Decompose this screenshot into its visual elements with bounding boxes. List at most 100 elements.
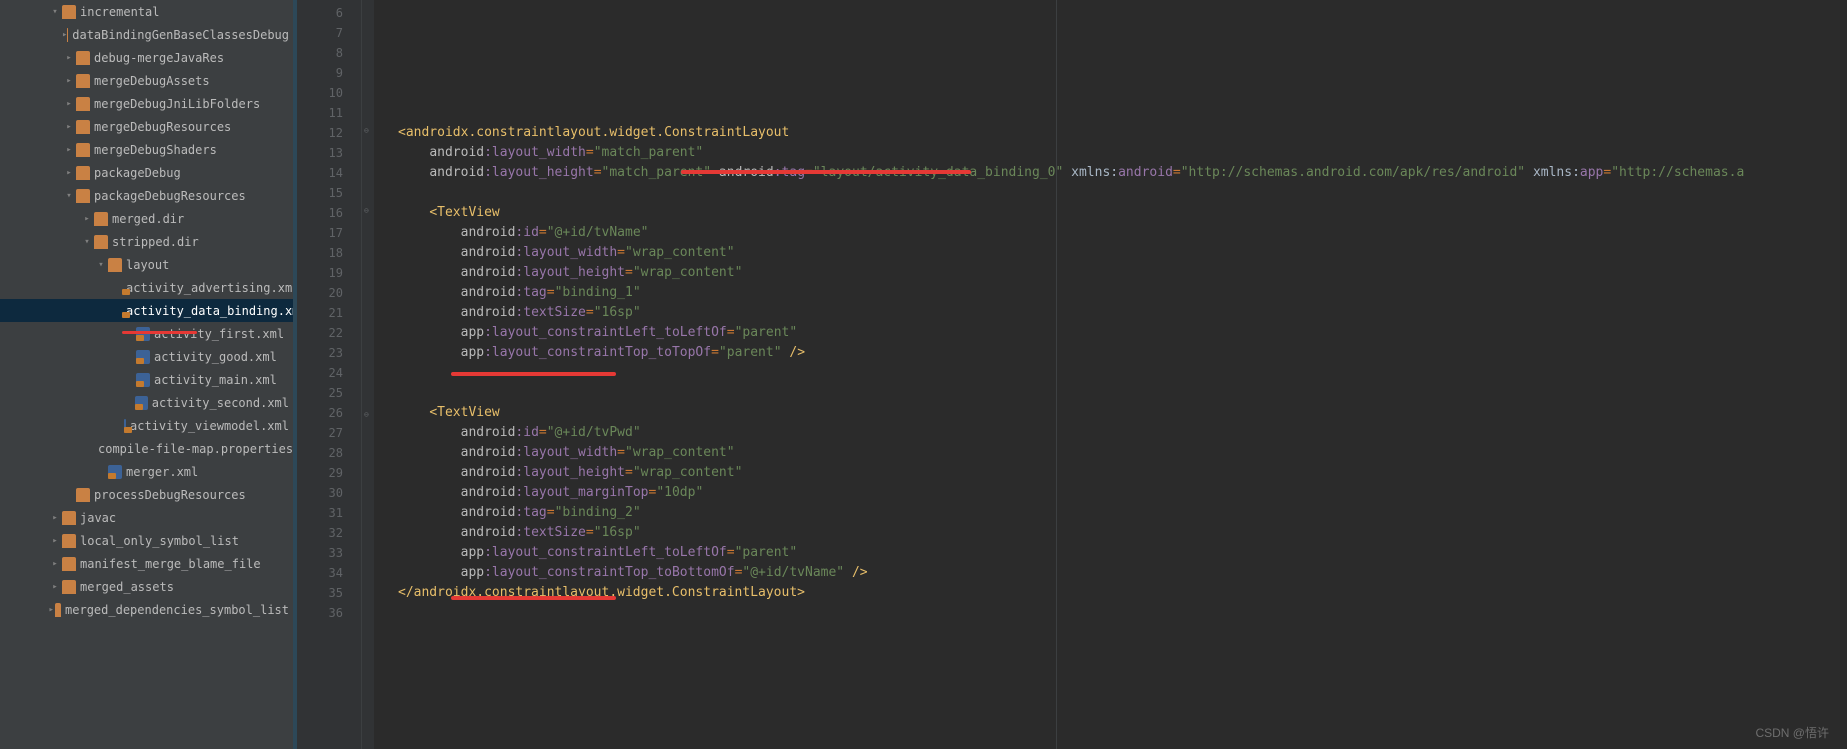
- project-tree-sidebar[interactable]: ▾incremental▸dataBindingGenBaseClassesDe…: [0, 0, 297, 749]
- tree-item-merger-xml[interactable]: merger.xml: [0, 460, 293, 483]
- tree-item-processdebugresources[interactable]: processDebugResources: [0, 483, 293, 506]
- code-line: [398, 103, 1847, 123]
- line-number: 26: [297, 403, 361, 423]
- code-line: android:id="@+id/tvName": [398, 223, 1847, 243]
- line-number: 12: [297, 123, 361, 143]
- fold-icon[interactable]: ⊖: [364, 126, 372, 134]
- tree-item-stripped-dir[interactable]: ▾ stripped.dir: [0, 230, 293, 253]
- tree-item-label: mergeDebugAssets: [94, 74, 210, 88]
- line-number: 31: [297, 503, 361, 523]
- tree-item-activity-good-xml[interactable]: activity_good.xml: [0, 345, 293, 368]
- code-line: </androidx.constraintlayout.widget.Const…: [398, 583, 1847, 603]
- chevron-right-icon[interactable]: ▸: [62, 99, 76, 109]
- folder-icon: [76, 143, 90, 157]
- tree-item-merged-dependencies-symbol-list[interactable]: ▸ merged_dependencies_symbol_list: [0, 598, 293, 621]
- chevron-down-icon[interactable]: ▾: [94, 260, 108, 270]
- tree-item-activity-advertising-xml[interactable]: activity_advertising.xml: [0, 276, 293, 299]
- annotation-underline-icon: [451, 596, 616, 600]
- code-line: android:tag="binding_1": [398, 283, 1847, 303]
- chevron-down-icon[interactable]: ▾: [62, 191, 76, 201]
- tree-item-label: activity_advertising.xml: [126, 281, 297, 295]
- line-number: 9: [297, 63, 361, 83]
- folder-icon: [62, 534, 76, 548]
- chevron-right-icon[interactable]: ▸: [48, 582, 62, 592]
- fold-icon[interactable]: ⊖: [364, 410, 372, 418]
- annotation-underline-icon: [681, 170, 971, 174]
- line-number: 22: [297, 323, 361, 343]
- line-number: 33: [297, 543, 361, 563]
- tree-item-label: mergeDebugResources: [94, 120, 231, 134]
- tree-item-mergedebugshaders[interactable]: ▸ mergeDebugShaders: [0, 138, 293, 161]
- tree-item-merged-dir[interactable]: ▸ merged.dir: [0, 207, 293, 230]
- chevron-right-icon[interactable]: ▸: [62, 168, 76, 178]
- chevron-down-icon[interactable]: ▾: [48, 7, 62, 17]
- folder-icon: [76, 166, 90, 180]
- folder-icon: [67, 28, 68, 42]
- tree-item-label: stripped.dir: [112, 235, 199, 249]
- chevron-down-icon[interactable]: ▾: [80, 237, 94, 247]
- tree-item-layout[interactable]: ▾layout: [0, 253, 293, 276]
- chevron-right-icon[interactable]: ▸: [62, 145, 76, 155]
- tree-item-javac[interactable]: ▸ javac: [0, 506, 293, 529]
- code-line: android:layout_height="wrap_content": [398, 263, 1847, 283]
- line-number: 20: [297, 283, 361, 303]
- tree-item-activity-second-xml[interactable]: activity_second.xml: [0, 391, 293, 414]
- code-editor[interactable]: 6789101112131415161718192021222324252627…: [297, 0, 1847, 749]
- fold-column[interactable]: ⊖ ⊖ ⊖: [362, 0, 374, 749]
- tree-item-label: javac: [80, 511, 116, 525]
- folder-icon: [76, 120, 90, 134]
- folder-icon: [62, 511, 76, 525]
- code-line: android:layout_height="match_parent" and…: [398, 163, 1847, 183]
- chevron-right-icon[interactable]: ▸: [80, 214, 94, 224]
- code-line: [398, 603, 1847, 623]
- tree-item-local-only-symbol-list[interactable]: ▸local_only_symbol_list: [0, 529, 293, 552]
- tree-item-databindinggenbaseclassesdebug[interactable]: ▸dataBindingGenBaseClassesDebug: [0, 23, 293, 46]
- line-number: 24: [297, 363, 361, 383]
- tree-item-debug-mergejavares[interactable]: ▸ debug-mergeJavaRes: [0, 46, 293, 69]
- xml-file-icon: [135, 396, 148, 410]
- tree-item-label: activity_good.xml: [154, 350, 277, 364]
- code-line: android:textSize="16sp": [398, 523, 1847, 543]
- line-number: 25: [297, 383, 361, 403]
- tree-item-packagedebugresources[interactable]: ▾packageDebugResources: [0, 184, 293, 207]
- tree-item-mergedebugjnilibfolders[interactable]: ▸mergeDebugJniLibFolders: [0, 92, 293, 115]
- chevron-right-icon[interactable]: ▸: [48, 605, 55, 615]
- tree-item-activity-data-binding-xml[interactable]: activity_data_binding.xml: [0, 299, 293, 322]
- tree-item-packagedebug[interactable]: ▸packageDebug: [0, 161, 293, 184]
- tree-item-manifest-merge-blame-file[interactable]: ▸manifest_merge_blame_file: [0, 552, 293, 575]
- tree-item-label: merged.dir: [112, 212, 184, 226]
- tree-item-label: debug-mergeJavaRes: [94, 51, 224, 65]
- xml-file-icon: [108, 465, 122, 479]
- tree-item-mergedebugassets[interactable]: ▸ mergeDebugAssets: [0, 69, 293, 92]
- chevron-right-icon[interactable]: ▸: [48, 536, 62, 546]
- tree-item-label: merger.xml: [126, 465, 198, 479]
- line-number-gutter: 6789101112131415161718192021222324252627…: [297, 0, 362, 749]
- tree-item-label: mergeDebugShaders: [94, 143, 217, 157]
- tree-item-activity-main-xml[interactable]: activity_main.xml: [0, 368, 293, 391]
- folder-icon: [76, 189, 90, 203]
- folder-icon: [94, 212, 108, 226]
- line-number: 13: [297, 143, 361, 163]
- code-line: android:layout_width="wrap_content": [398, 443, 1847, 463]
- chevron-right-icon[interactable]: ▸: [48, 513, 62, 523]
- chevron-right-icon[interactable]: ▸: [62, 53, 76, 63]
- code-content[interactable]: <androidx.constraintlayout.widget.Constr…: [374, 0, 1847, 749]
- line-number: 36: [297, 603, 361, 623]
- tree-item-label: merged_dependencies_symbol_list: [65, 603, 289, 617]
- fold-icon[interactable]: ⊖: [364, 206, 372, 214]
- code-line: android:layout_height="wrap_content": [398, 463, 1847, 483]
- annotation-underline-icon: [122, 331, 197, 334]
- chevron-right-icon[interactable]: ▸: [48, 559, 62, 569]
- code-line: [398, 63, 1847, 83]
- tree-item-activity-viewmodel-xml[interactable]: activity_viewmodel.xml: [0, 414, 293, 437]
- code-line: <TextView: [398, 203, 1847, 223]
- line-number: 32: [297, 523, 361, 543]
- tree-item-compile-file-map-properties[interactable]: compile-file-map.properties: [0, 437, 293, 460]
- chevron-right-icon[interactable]: ▸: [62, 122, 76, 132]
- folder-icon: [62, 5, 76, 19]
- chevron-right-icon[interactable]: ▸: [62, 76, 76, 86]
- folder-icon: [55, 603, 62, 617]
- tree-item-incremental[interactable]: ▾incremental: [0, 0, 293, 23]
- tree-item-mergedebugresources[interactable]: ▸ mergeDebugResources: [0, 115, 293, 138]
- tree-item-merged-assets[interactable]: ▸merged_assets: [0, 575, 293, 598]
